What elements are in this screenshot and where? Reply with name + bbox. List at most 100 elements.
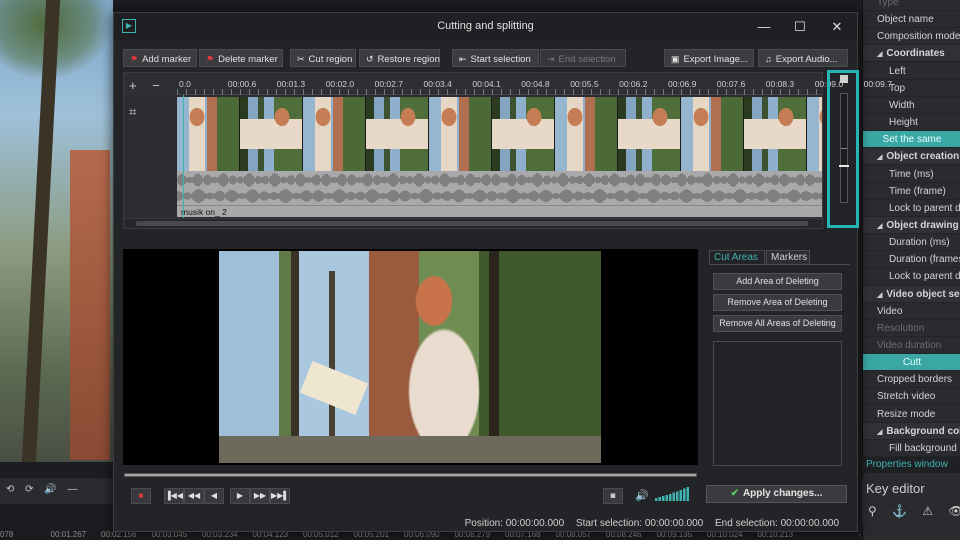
scissors-icon: ✂ <box>297 54 305 64</box>
video-frame-thumbnail <box>618 97 681 171</box>
timeline-scrollbar[interactable] <box>124 218 822 228</box>
property-row[interactable]: Video duration <box>863 337 960 354</box>
tab-cut-areas[interactable]: Cut Areas <box>709 250 765 265</box>
cut-region-button[interactable]: ✂ Cut region <box>290 49 356 67</box>
ruler-tick-label: 00:04.1 <box>472 79 501 89</box>
ruler-tick-label: 00:06.9 <box>668 79 697 89</box>
playhead[interactable] <box>183 95 184 218</box>
fast-forward-button[interactable]: ▶▶ <box>250 488 270 504</box>
property-row[interactable]: Lock to parent d <box>863 200 960 217</box>
background-transport-controls[interactable]: ⟲ ⟳ 🔊 — <box>6 484 82 495</box>
property-row[interactable]: Cropped borders <box>863 371 960 389</box>
add-marker-label: Add marker <box>142 54 192 65</box>
property-row[interactable]: Time (ms) <box>863 166 960 183</box>
delete-marker-button[interactable]: ⚑ Delete marker <box>199 49 283 67</box>
ruler-tick-label: 00:01.3 <box>276 79 306 89</box>
remove-area-button[interactable]: Remove Area of Deleting <box>713 294 842 311</box>
video-frame-thumbnail <box>366 97 429 171</box>
tab-markers[interactable]: Markers <box>766 250 810 265</box>
rewind-button[interactable]: ◀◀ <box>184 488 204 504</box>
export-image-button[interactable]: ▣ Export Image... <box>664 49 754 67</box>
timeline-zoom-tools[interactable]: + − ⌗ <box>124 73 176 119</box>
property-row[interactable]: Fill background <box>863 440 960 457</box>
cutting-splitting-dialog: Cutting and splitting ▶ — ☐ ✕ ⚑ Add marke… <box>113 12 892 532</box>
background-timecode: 00:01.267 <box>50 530 87 539</box>
minimize-button[interactable]: — <box>744 13 784 40</box>
property-row[interactable]: Coordinates <box>863 45 960 63</box>
property-row[interactable]: Cutt <box>863 354 960 372</box>
property-row[interactable]: Object name <box>863 11 960 29</box>
end-selection-button[interactable]: ⇥ End selection <box>540 49 626 67</box>
key-editor-title: Key editor <box>862 478 960 500</box>
property-row[interactable]: Video <box>863 303 960 320</box>
flag-delete-icon: ⚑ <box>206 54 215 64</box>
add-area-button[interactable]: Add Area of Deleting <box>713 273 842 290</box>
record-button[interactable]: ■ <box>131 488 151 504</box>
property-row[interactable]: Resize mode <box>863 406 960 423</box>
background-timecode: -5 <box>859 530 861 539</box>
cut-region-label: Cut region <box>308 54 353 65</box>
zoom-slider-thumb[interactable] <box>839 165 849 167</box>
remove-all-areas-button[interactable]: Remove All Areas of Deleting <box>713 315 842 332</box>
title-bar[interactable]: Cutting and splitting ▶ — ☐ ✕ <box>114 13 857 40</box>
tab-underline <box>709 264 850 265</box>
maximize-button[interactable]: ☐ <box>780 13 820 40</box>
end-selection-icon: ⇥ <box>547 54 555 64</box>
property-row[interactable]: Resolution <box>863 320 960 337</box>
video-frame-thumbnail <box>744 97 807 171</box>
background-transport-bar[interactable]: ⟲ ⟳ 🔊 — <box>0 478 113 504</box>
previous-frame-button[interactable]: ◀ <box>204 488 224 504</box>
property-row[interactable]: Width <box>863 97 960 114</box>
ruler-tick-label: 00:09.7 <box>863 79 892 89</box>
ruler-marks <box>177 89 822 95</box>
property-row[interactable]: Object creation <box>863 148 960 166</box>
go-to-end-button[interactable]: ▶▶▌ <box>270 488 290 504</box>
volume-icon[interactable]: 🔊 <box>635 489 649 502</box>
property-row[interactable]: Composition mode <box>863 28 960 46</box>
ruler-tick-label: 00:04.8 <box>521 79 550 89</box>
zoom-fit-icon[interactable] <box>840 75 848 83</box>
property-row[interactable]: Set the same <box>863 131 960 149</box>
check-icon: ✔ <box>730 488 739 499</box>
property-row[interactable]: Height <box>863 114 960 132</box>
video-frame-thumbnail <box>429 97 492 171</box>
video-frame-thumbnail <box>555 97 618 171</box>
properties-window-tab[interactable]: Properties window <box>862 457 960 473</box>
export-audio-button[interactable]: ♫ Export Audio... <box>758 49 848 67</box>
play-button[interactable]: ▶ <box>230 488 250 504</box>
video-frame <box>219 251 601 463</box>
property-row[interactable]: Stretch video <box>863 388 960 406</box>
time-ruler[interactable]: 0.0 00:00.6 00:01.3 00:02.0 00:02.7 00:03.4 00… <box>177 73 892 95</box>
timeline[interactable]: + − ⌗ 0.0 00:00.6 00:01.3 00:02.0 00:02.7 00:… <box>123 72 892 229</box>
restore-region-button[interactable]: ↺ Restore region <box>359 49 440 67</box>
background-timecode: 078 <box>0 530 14 539</box>
add-marker-button[interactable]: ⚑ Add marker <box>123 49 197 67</box>
audio-waveform[interactable] <box>177 171 822 205</box>
go-to-start-button[interactable]: ▐◀◀ <box>164 488 184 504</box>
apply-changes-button[interactable]: ✔ Apply changes... <box>706 485 847 503</box>
ruler-tick-label: 00:05.5 <box>570 79 599 89</box>
end-selection-label: End selection <box>558 54 616 65</box>
property-row[interactable]: Lock to parent d <box>863 268 960 286</box>
property-row[interactable]: Time (frame) <box>863 183 960 200</box>
start-selection-button[interactable]: ⇤ Start selection <box>452 49 539 67</box>
video-frames-strip[interactable] <box>177 97 822 171</box>
property-row[interactable]: Type <box>863 0 960 11</box>
cut-areas-list[interactable] <box>713 341 842 466</box>
close-button[interactable]: ✕ <box>817 13 857 40</box>
property-row[interactable]: Video object settin <box>863 285 960 303</box>
waveform-graphic <box>177 173 822 203</box>
property-row[interactable]: Duration (ms) <box>863 234 960 252</box>
ruler-tick-label: 0.0 <box>179 79 191 89</box>
property-row[interactable]: Duration (frames <box>863 251 960 269</box>
property-row[interactable]: Left <box>863 63 960 80</box>
property-row[interactable]: Background col <box>863 422 960 440</box>
key-editor-toolbar[interactable]: ⚲ ⚓ ⚠ 👁 72 <box>862 500 960 522</box>
property-row[interactable]: Object drawing <box>863 216 960 234</box>
seek-bar[interactable] <box>124 473 697 477</box>
snapshot-button[interactable]: ◙ <box>603 488 623 504</box>
scrollbar-thumb[interactable] <box>136 221 808 226</box>
zoom-slider-panel[interactable] <box>827 70 859 228</box>
background-video-preview <box>0 0 113 462</box>
volume-slider[interactable] <box>655 487 689 501</box>
